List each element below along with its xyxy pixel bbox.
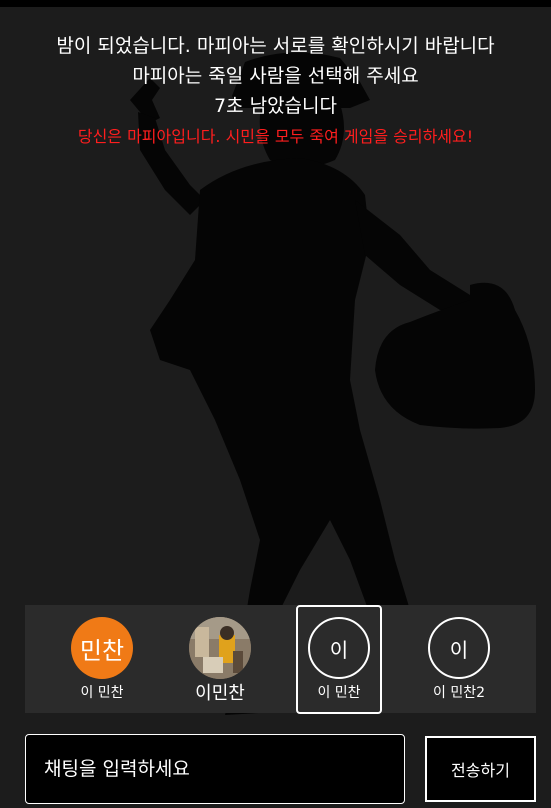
player-name: 이 민찬	[317, 685, 361, 701]
player-card-selected[interactable]: 이 이 민찬	[296, 605, 382, 714]
player-card[interactable]: 이 이 민찬2	[416, 605, 502, 713]
send-button[interactable]: 전송하기	[425, 736, 536, 802]
player-card[interactable]: 이민찬	[177, 605, 263, 713]
countdown-timer: 7초 남았습니다	[213, 95, 337, 117]
player-card[interactable]: 민찬 이 민찬	[59, 605, 145, 713]
avatar: 민찬	[71, 617, 133, 679]
chat-input[interactable]	[25, 734, 405, 804]
player-name: 이 민찬2	[433, 685, 485, 701]
night-announcement: 밤이 되었습니다. 마피아는 서로를 확인하시기 바랍니다	[56, 35, 495, 57]
role-notice: 당신은 마피아입니다. 시민을 모두 죽여 게임을 승리하세요!	[77, 127, 474, 146]
avatar: 이	[308, 617, 370, 679]
player-name: 이민찬	[195, 683, 245, 704]
avatar: 이	[428, 617, 490, 679]
avatar	[189, 617, 251, 679]
profile-photo-icon	[189, 617, 251, 679]
mafia-instruction: 마피아는 죽일 사람을 선택해 주세요	[132, 65, 419, 87]
player-name: 이 민찬	[80, 685, 124, 701]
player-list: 민찬 이 민찬 이민찬 이 이 민찬 이 이 민찬2	[25, 605, 536, 714]
